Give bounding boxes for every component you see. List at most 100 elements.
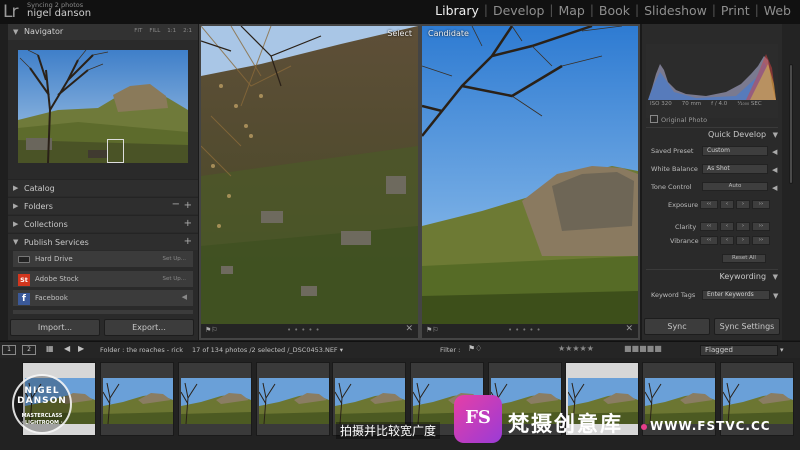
add-folder-icon[interactable]: + (184, 200, 192, 211)
module-book[interactable]: Book (594, 3, 635, 18)
filter-label: Filter : (440, 346, 461, 354)
add-publish-service-icon[interactable]: + (184, 236, 192, 247)
second-window-button[interactable]: 2 (22, 345, 36, 355)
filmstrip-thumbnail[interactable] (256, 362, 330, 436)
chevron-left-icon[interactable]: ◀ (772, 166, 777, 174)
expand-triangle-icon[interactable]: ▶ (13, 220, 18, 228)
exposure-decrease-button[interactable]: ‹ (720, 200, 734, 209)
setup-link[interactable]: Set Up... (162, 256, 186, 262)
import-button[interactable]: Import... (10, 319, 100, 336)
navigator-header[interactable]: ▼ Navigator FIT FILL 1:1 2:1 (8, 24, 198, 40)
keyword-tags-select[interactable]: Enter Keywords (702, 290, 770, 300)
filter-preset-select[interactable]: Flagged (700, 345, 778, 356)
quick-develop-header[interactable]: Quick Develop ▼ (708, 130, 778, 139)
chevron-left-icon[interactable]: ◀ (182, 293, 187, 301)
compare-view: Select Candidate ⚑⚐ ••••• ✕ ⚑⚐ ••••• ✕ (199, 24, 640, 340)
scrollbar-thumb[interactable] (789, 64, 793, 184)
vibrance-increase-more-button[interactable]: ›› (752, 236, 770, 245)
exposure-increase-more-button[interactable]: ›› (752, 200, 770, 209)
clarity-decrease-button[interactable]: ‹ (720, 222, 734, 231)
publish-service-hard-drive[interactable]: Hard Drive Set Up... (12, 250, 194, 268)
panel-publish-services[interactable]: ▼ Publish Services + (8, 233, 198, 250)
grid-view-icon[interactable]: ▦ (46, 344, 54, 353)
facebook-icon: f (18, 293, 30, 305)
chevron-down-icon[interactable]: ▼ (773, 292, 778, 300)
filmstrip-thumbnail[interactable] (100, 362, 174, 436)
module-map[interactable]: Map (553, 3, 589, 18)
expand-triangle-icon[interactable]: ▶ (13, 184, 18, 192)
photo-count[interactable]: 17 of 134 photos /2 selected /_DSC0453.N… (192, 346, 343, 354)
thumbnail-image (645, 378, 715, 424)
publish-service-facebook[interactable]: f Facebook ◀ (12, 289, 194, 307)
right-scrollbar[interactable] (782, 24, 800, 340)
forward-arrow-icon[interactable]: ▶ (78, 344, 84, 353)
filmstrip-thumbnail[interactable] (178, 362, 252, 436)
module-print[interactable]: Print (716, 3, 755, 18)
exposure-increase-button[interactable]: › (736, 200, 750, 209)
exposure-decrease-more-button[interactable]: ‹‹ (700, 200, 718, 209)
navigator-preview[interactable] (18, 50, 188, 163)
clarity-increase-button[interactable]: › (736, 222, 750, 231)
module-library[interactable]: Library (430, 3, 484, 18)
publish-service-adobe-stock[interactable]: St Adobe Stock Set Up... (12, 270, 194, 288)
collapse-triangle-icon[interactable]: ▼ (13, 238, 18, 246)
rating-dots[interactable]: ••••• (287, 326, 323, 334)
zoom-2-1[interactable]: 2:1 (183, 28, 192, 34)
original-photo-checkbox[interactable]: Original Photo (650, 115, 707, 124)
module-develop[interactable]: Develop (488, 3, 549, 18)
module-web[interactable]: Web (759, 3, 796, 18)
select-photo[interactable]: Select (201, 26, 418, 324)
vibrance-decrease-button[interactable]: ‹ (720, 236, 734, 245)
select-footer: ⚑⚐ ••••• ✕ (201, 324, 418, 338)
close-icon[interactable]: ✕ (625, 324, 633, 334)
zoom-fill[interactable]: FILL (149, 28, 160, 34)
sync-settings-button[interactable]: Sync Settings (714, 318, 780, 335)
left-edge-strip (0, 24, 8, 340)
keywording-header[interactable]: Keywording ▼ (720, 272, 778, 281)
chevron-down-icon[interactable]: ▾ (780, 346, 784, 354)
export-button[interactable]: Export... (104, 319, 194, 336)
zoom-1-1[interactable]: 1:1 (167, 28, 176, 34)
zoom-fit[interactable]: FIT (134, 28, 142, 34)
star-rating-filter[interactable]: ★★★★★ (558, 344, 594, 353)
collapse-triangle-icon[interactable]: ▼ (13, 28, 18, 36)
vibrance-decrease-more-button[interactable]: ‹‹ (700, 236, 718, 245)
white-balance-select[interactable]: As Shot (702, 164, 768, 174)
auto-tone-button[interactable]: Auto (702, 182, 768, 191)
panel-folders[interactable]: ▶ Folders − + (8, 197, 198, 214)
collapse-triangle-icon[interactable]: ▼ (773, 131, 778, 139)
exif-readout: ISO 320 70 mm f / 4.0 ¹⁄₁₀₀₀ SEC (650, 101, 762, 107)
masterclass-watermark-logo: NIGEL DANSON MASTERCLASS · LIGHTROOM · (12, 374, 72, 434)
rating-dots[interactable]: ••••• (508, 326, 544, 334)
expand-triangle-icon[interactable]: ▶ (13, 202, 18, 210)
flag-icon[interactable]: ⚑⚐ (205, 326, 218, 334)
main-window-button[interactable]: 1 (2, 345, 16, 355)
vibrance-increase-button[interactable]: › (736, 236, 750, 245)
flag-filter-icon[interactable]: ⚑♢ (468, 344, 482, 353)
color-label-filter[interactable]: ■■■■■ (624, 344, 662, 353)
collapse-triangle-icon[interactable]: ▼ (773, 273, 778, 281)
clarity-increase-more-button[interactable]: ›› (752, 222, 770, 231)
close-icon[interactable]: ✕ (405, 324, 413, 334)
sync-button[interactable]: Sync (644, 318, 710, 335)
reset-all-button[interactable]: Reset All (722, 254, 766, 263)
add-collection-icon[interactable]: + (184, 218, 192, 229)
panel-catalog[interactable]: ▶ Catalog (8, 179, 198, 196)
exposure-label: Exposure (668, 201, 699, 209)
chevron-left-icon[interactable]: ◀ (772, 148, 777, 156)
module-slideshow[interactable]: Slideshow (639, 3, 712, 18)
chevron-left-icon[interactable]: ◀ (772, 184, 777, 192)
folder-source[interactable]: Folder : the roaches - rick (100, 346, 183, 354)
flag-icon[interactable]: ⚑⚐ (426, 326, 439, 334)
remove-folder-icon[interactable]: − (172, 199, 180, 210)
navigator-focus-rectangle[interactable] (107, 139, 124, 163)
panel-collections[interactable]: ▶ Collections + (8, 215, 198, 232)
back-arrow-icon[interactable]: ◀ (64, 344, 70, 353)
candidate-photo[interactable]: Candidate (422, 26, 638, 324)
clarity-decrease-more-button[interactable]: ‹‹ (700, 222, 718, 231)
thumbnail-image (259, 378, 329, 424)
saved-preset-select[interactable]: Custom (702, 146, 768, 156)
vibrance-label: Vibrance (670, 237, 699, 245)
video-subtitle: 拍摄并比较宽广度 (336, 422, 441, 439)
setup-link[interactable]: Set Up... (162, 276, 186, 282)
